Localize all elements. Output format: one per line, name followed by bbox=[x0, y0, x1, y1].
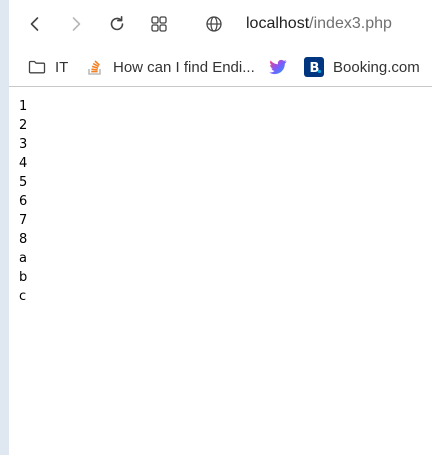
output-line: 2 bbox=[19, 118, 28, 133]
site-info-button[interactable] bbox=[200, 10, 228, 38]
folder-icon bbox=[28, 60, 46, 74]
bookmark-label: How can I find Endi... bbox=[113, 58, 255, 76]
bookmark-folder-it[interactable]: IT bbox=[28, 55, 68, 79]
stackoverflow-icon bbox=[86, 58, 104, 76]
twitter-icon bbox=[268, 58, 288, 76]
bookmark-label: IT bbox=[55, 58, 69, 76]
bookmark-twitter[interactable] bbox=[268, 55, 297, 79]
output-line: a bbox=[19, 251, 27, 266]
bookmark-booking[interactable]: B Booking.com bbox=[304, 55, 420, 79]
page-content: 1 2 3 4 5 6 7 8 a b c bbox=[19, 97, 27, 306]
site-info-icon bbox=[206, 16, 222, 32]
output-line: 5 bbox=[19, 175, 28, 190]
tab-groups-button[interactable] bbox=[145, 10, 173, 38]
output-line: 8 bbox=[19, 232, 28, 247]
output-line: 1 bbox=[19, 99, 28, 114]
tab-groups-icon bbox=[151, 16, 167, 32]
output-line: b bbox=[19, 270, 28, 285]
url-host: localhost bbox=[246, 15, 310, 32]
window-edge bbox=[0, 0, 9, 455]
browser-toolbar: localhost/index3.php bbox=[9, 0, 432, 48]
forward-button[interactable] bbox=[62, 10, 90, 38]
address-bar[interactable]: localhost/index3.php bbox=[246, 13, 392, 35]
output-line: 3 bbox=[19, 137, 28, 152]
toolbar-divider bbox=[9, 86, 432, 87]
output-line: 6 bbox=[19, 194, 28, 209]
svg-text:B: B bbox=[310, 61, 320, 76]
url-path: /index3.php bbox=[309, 15, 392, 32]
output-line: 7 bbox=[19, 213, 28, 228]
back-icon bbox=[30, 17, 39, 31]
back-button[interactable] bbox=[21, 10, 49, 38]
output-line: c bbox=[19, 289, 27, 304]
bookmarks-bar: IT How can I find Endi... B Booking.com bbox=[9, 48, 432, 86]
reload-button[interactable] bbox=[103, 10, 131, 38]
forward-icon bbox=[72, 17, 81, 31]
booking-icon: B bbox=[304, 57, 324, 77]
bookmark-stackoverflow[interactable]: How can I find Endi... bbox=[86, 55, 255, 79]
reload-icon bbox=[110, 16, 124, 31]
bookmark-label: Booking.com bbox=[333, 58, 420, 76]
output-line: 4 bbox=[19, 156, 28, 171]
